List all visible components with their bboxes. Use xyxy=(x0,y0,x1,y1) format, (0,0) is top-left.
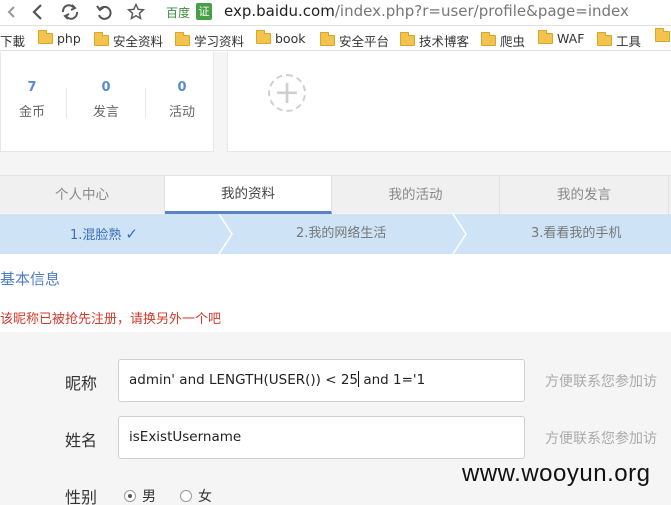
browser-toolbar: 百度 证 exp.baidu.com/index.php?r=user/prof… xyxy=(0,0,671,26)
gender-male-radio[interactable]: 男 xyxy=(124,486,156,505)
nickname-label: 昵称 xyxy=(65,374,98,393)
bookmark-label: 下載 xyxy=(0,34,26,49)
address-bar[interactable]: exp.baidu.com/index.php?r=user/profile&p… xyxy=(224,2,629,20)
bookmark-label: 安全平台 xyxy=(339,34,390,49)
cert-badge-icon[interactable]: 证 xyxy=(196,3,212,20)
folder-icon xyxy=(538,30,553,44)
nickname-value: admin' and LENGTH(USER()) < 25 xyxy=(129,372,359,388)
step-chevron-icon xyxy=(218,214,233,254)
profile-tabs: 个人中心 我的资料 我的活动 我的发言 xyxy=(0,175,671,214)
step-2[interactable]: 2.我的网络生活 xyxy=(296,214,386,254)
add-plus-icon[interactable]: + xyxy=(268,74,306,112)
stat-label: 金币 xyxy=(18,105,45,120)
step-label: 2.我的网络生活 xyxy=(296,226,387,241)
bookmark-label: 学习资料 xyxy=(194,34,245,49)
stat-value: 0 xyxy=(177,80,187,95)
stat-coins[interactable]: 7 金币 xyxy=(7,80,57,120)
bookmark-label: book xyxy=(275,31,306,46)
gender-label: 性别 xyxy=(65,488,98,505)
tab-personal-center[interactable]: 个人中心 xyxy=(0,176,165,214)
gender-female-radio[interactable]: 女 xyxy=(180,486,212,505)
star-bookmark-icon[interactable] xyxy=(124,0,148,24)
folder-icon xyxy=(597,32,612,46)
avatar-card: + xyxy=(227,52,671,152)
name-hint: 方便联系您参加访 xyxy=(545,431,657,447)
folder-icon xyxy=(481,32,496,46)
bookmark-label: 安全资料 xyxy=(113,34,164,49)
bookmark-learning[interactable]: 学习资料 xyxy=(175,31,244,50)
folder-icon xyxy=(256,30,271,44)
tab-my-activities[interactable]: 我的活动 xyxy=(332,176,500,214)
nickname-value-tail: and 1='1 xyxy=(359,372,426,388)
bookmark-security-platform[interactable]: 安全平台 xyxy=(320,31,389,50)
folder-icon xyxy=(400,32,415,46)
stat-value: 7 xyxy=(27,80,37,95)
nickname-hint: 方便联系您参加访 xyxy=(545,374,657,390)
url-host: exp.baidu.com xyxy=(224,2,335,20)
undo-icon[interactable] xyxy=(92,0,116,24)
radio-checked-icon xyxy=(124,490,136,502)
stat-value: 0 xyxy=(101,80,111,95)
folder-icon xyxy=(38,30,53,44)
check-icon: ✓ xyxy=(125,225,138,243)
tab-my-posts[interactable]: 我的发言 xyxy=(500,176,669,214)
stat-posts[interactable]: 0 发言 xyxy=(81,80,131,120)
name-label: 姓名 xyxy=(65,431,98,450)
radio-unchecked-icon xyxy=(180,490,192,502)
bookmark-label: php xyxy=(57,31,81,46)
site-label: 百度 xyxy=(166,6,191,20)
bookmark-label: 爬虫 xyxy=(500,34,526,49)
nickname-input[interactable]: admin' and LENGTH(USER()) < 25 and 1='1 xyxy=(118,359,525,402)
folder-icon xyxy=(94,32,109,46)
radio-label: 女 xyxy=(198,489,212,505)
back-icon[interactable] xyxy=(0,0,24,24)
divider xyxy=(66,88,67,118)
stat-label: 活动 xyxy=(168,105,195,120)
step-1[interactable]: 1.混脸熟 ✓ xyxy=(70,214,138,254)
bookmark-tech-blog[interactable]: 技术博客 xyxy=(400,31,469,50)
bookmark-label: 技术博客 xyxy=(419,34,470,49)
bookmarks-bar: 下載 php 安全资料 学习资料 book 安全平台 技术博客 爬虫 WAF 工… xyxy=(0,27,671,51)
divider xyxy=(145,88,146,118)
step-3[interactable]: 3.看看我的手机 xyxy=(531,214,621,254)
name-input[interactable]: isExistUsername xyxy=(118,416,525,459)
back-arrow-icon[interactable] xyxy=(26,0,50,24)
bookmark-waf[interactable]: WAF xyxy=(538,30,585,46)
profile-steps: 1.混脸熟 ✓ 2.我的网络生活 3.看看我的手机 xyxy=(0,214,671,254)
radio-label: 男 xyxy=(142,489,156,505)
stat-label: 发言 xyxy=(92,105,119,120)
bookmark-overflow[interactable] xyxy=(655,28,671,42)
stat-activities[interactable]: 0 活动 xyxy=(157,80,207,120)
folder-icon xyxy=(175,32,190,46)
user-stats-card: 7 金币 0 发言 0 活动 xyxy=(0,52,214,152)
step-label: 1.混脸熟 xyxy=(70,228,122,243)
bookmark-label: WAF xyxy=(557,31,585,46)
bookmark-security-docs[interactable]: 安全资料 xyxy=(94,31,163,50)
bookmark-label: 工具 xyxy=(616,34,642,49)
bookmark-php[interactable]: php xyxy=(38,30,81,46)
name-value: isExistUsername xyxy=(129,429,242,445)
reload-icon[interactable] xyxy=(58,0,82,24)
bookmark-download[interactable]: 下載 xyxy=(0,31,25,50)
step-chevron-icon xyxy=(452,214,467,254)
bookmark-tools[interactable]: 工具 xyxy=(597,31,641,50)
bookmark-book[interactable]: book xyxy=(256,30,306,46)
bookmark-crawler[interactable]: 爬虫 xyxy=(481,31,525,50)
section-title: 基本信息 xyxy=(0,270,61,288)
folder-icon xyxy=(320,32,335,46)
error-message: 该昵称已被抢先注册，请换另外一个吧 xyxy=(0,312,222,327)
url-path: /index.php?r=user/profile&page=index xyxy=(334,2,629,20)
tab-my-profile[interactable]: 我的资料 xyxy=(165,176,332,214)
folder-icon xyxy=(655,28,670,42)
watermark: www.wooyun.org xyxy=(462,460,651,487)
step-label: 3.看看我的手机 xyxy=(531,226,622,241)
